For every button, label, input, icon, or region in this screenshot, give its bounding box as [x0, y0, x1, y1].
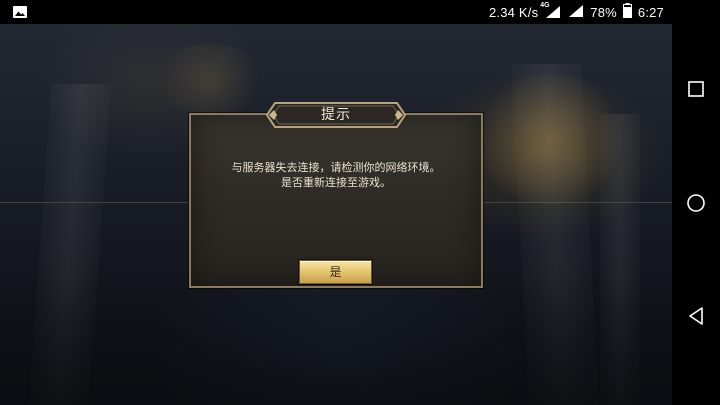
battery-icon	[622, 3, 632, 21]
status-indicators: 2.34 K/s 4G 78% 6:27	[489, 0, 664, 24]
reconnect-confirm-button[interactable]: 是	[299, 260, 372, 284]
clock-time: 6:27	[637, 4, 664, 20]
battery-percent: 78%	[590, 4, 617, 20]
home-icon[interactable]	[684, 191, 708, 215]
dialog-message-line: 是否重新连接至游戏。	[281, 176, 391, 189]
recent-apps-icon[interactable]	[684, 77, 708, 101]
back-icon[interactable]	[684, 304, 708, 328]
horizon-line	[0, 202, 190, 203]
scene-floor-shadow	[0, 274, 672, 405]
network-type-badge: 4G	[540, 2, 550, 9]
dialog-title: 提示	[321, 107, 351, 123]
horizon-line	[483, 202, 672, 203]
mobile-signal-icon: 4G	[540, 2, 562, 19]
dialog-message-line: 与服务器失去连接，请检测你的网络环境。	[231, 161, 441, 174]
wifi-signal-icon	[568, 4, 584, 21]
status-bar: 2.34 K/s 4G 78% 6:27	[0, 0, 672, 24]
dialog-message: 与服务器失去连接，请检测你的网络环境。 是否重新连接至游戏。	[189, 160, 483, 190]
golden-particle-glow	[470, 74, 630, 204]
image-icon	[12, 4, 28, 20]
network-speed: 2.34 K/s	[488, 4, 539, 20]
dialog-title-plate: 提示	[265, 101, 407, 129]
golden-particle-glow	[150, 44, 270, 114]
android-navigation-bar	[672, 0, 720, 405]
